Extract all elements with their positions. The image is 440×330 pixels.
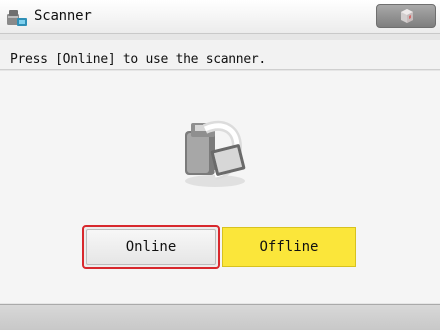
device-status-icon <box>401 9 413 23</box>
scanner-app-icon <box>5 6 29 28</box>
device-status-button[interactable] <box>376 4 436 28</box>
bottom-bar <box>0 304 440 330</box>
instruction-text: Press [Online] to use the scanner. <box>10 52 266 67</box>
offline-button-label: Offline <box>259 239 319 255</box>
online-button[interactable]: Online <box>82 225 220 269</box>
title-bar: Scanner <box>0 0 440 34</box>
window-title: Scanner <box>34 8 92 24</box>
main-content: Online Offline <box>0 71 440 303</box>
instruction-bar: Press [Online] to use the scanner. <box>0 40 440 70</box>
offline-button[interactable]: Offline <box>222 227 356 267</box>
scanner-device-icon <box>175 111 255 191</box>
online-button-label: Online <box>125 239 177 255</box>
